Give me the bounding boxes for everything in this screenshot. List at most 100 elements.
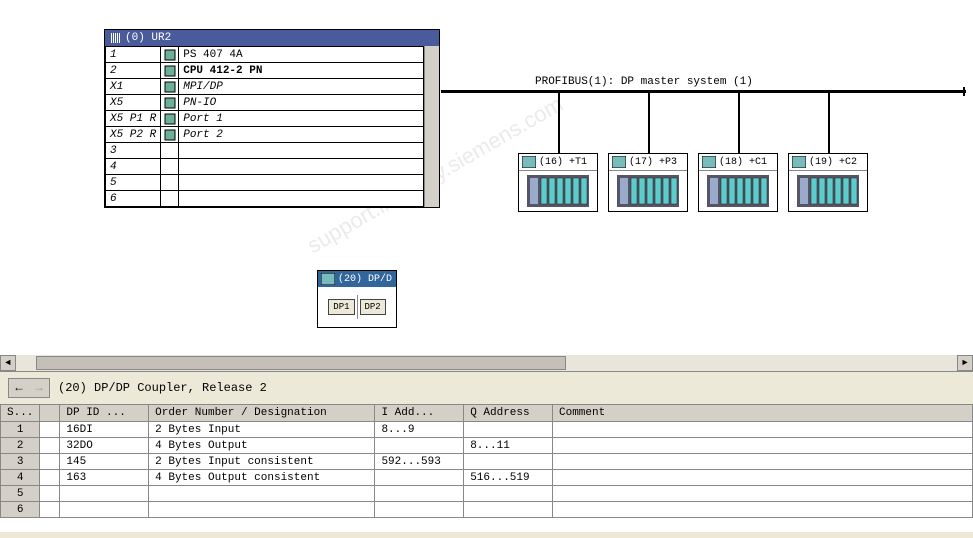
- rack-module-name: [179, 159, 423, 175]
- cell-qaddr[interactable]: [464, 454, 553, 470]
- device-body: [789, 171, 867, 211]
- rack-slot: X5 P2 R: [106, 127, 161, 143]
- bus-stub: [738, 93, 740, 153]
- detail-title: (20) DP/DP Coupler, Release 2: [58, 381, 267, 395]
- node-icon: [702, 156, 716, 168]
- cell-iaddr[interactable]: [375, 470, 464, 486]
- table-row[interactable]: 3 145 2 Bytes Input consistent 592...593: [1, 454, 973, 470]
- cell-designation[interactable]: [149, 502, 375, 518]
- cell-designation[interactable]: [149, 486, 375, 502]
- cell-iaddr[interactable]: 592...593: [375, 454, 464, 470]
- cell-dpid[interactable]: 145: [60, 454, 149, 470]
- cell-comment[interactable]: [553, 438, 973, 454]
- rack-window[interactable]: (0) UR2 1PS 407 4A2CPU 412-2 PNX1MPI/DPX…: [104, 29, 440, 208]
- rack-slot: 5: [106, 175, 161, 191]
- rack-scrollbar[interactable]: [424, 46, 439, 207]
- network-canvas[interactable]: support.industry.siemens.com (0) UR2 1PS…: [0, 0, 973, 370]
- cell-qaddr[interactable]: [464, 502, 553, 518]
- device-body: [699, 171, 777, 211]
- cell-comment[interactable]: [553, 502, 973, 518]
- detail-table-wrap[interactable]: S... DP ID ... Order Number / Designatio…: [0, 404, 973, 532]
- row-number: 1: [1, 422, 40, 438]
- io-device-node[interactable]: (18) +C1: [698, 153, 778, 212]
- io-device-node[interactable]: (19) +C2: [788, 153, 868, 212]
- col-comment[interactable]: Comment: [553, 405, 973, 422]
- rack-row[interactable]: X5 P1 RPort 1: [106, 111, 424, 127]
- col-qaddr[interactable]: Q Address: [464, 405, 553, 422]
- nav-back-button[interactable]: ←: [9, 379, 29, 397]
- cell-qaddr[interactable]: 8...11: [464, 438, 553, 454]
- io-device-node[interactable]: (16) +T1: [518, 153, 598, 212]
- cell-iaddr[interactable]: [375, 438, 464, 454]
- rack-row[interactable]: 5: [106, 175, 424, 191]
- rack-row[interactable]: 2CPU 412-2 PN: [106, 63, 424, 79]
- io-device-node[interactable]: (17) +P3: [608, 153, 688, 212]
- cell-comment[interactable]: [553, 470, 973, 486]
- cell-iaddr[interactable]: [375, 502, 464, 518]
- bus-stub: [648, 93, 650, 153]
- rack-module-icon: [161, 47, 179, 63]
- detail-table[interactable]: S... DP ID ... Order Number / Designatio…: [0, 404, 973, 518]
- rack-row[interactable]: 3: [106, 143, 424, 159]
- rack-module-name: PN-IO: [179, 95, 423, 111]
- cell-designation[interactable]: 2 Bytes Input: [149, 422, 375, 438]
- cell-dpid[interactable]: [60, 502, 149, 518]
- rack-row[interactable]: 6: [106, 191, 424, 207]
- scroll-track[interactable]: [16, 355, 957, 371]
- col-iaddr[interactable]: I Add...: [375, 405, 464, 422]
- cell-dpid[interactable]: 32DO: [60, 438, 149, 454]
- rack-table[interactable]: 1PS 407 4A2CPU 412-2 PNX1MPI/DPX5PN-IOX5…: [105, 46, 424, 207]
- cell-designation[interactable]: 4 Bytes Output: [149, 438, 375, 454]
- col-icon[interactable]: [40, 405, 60, 422]
- cell-designation[interactable]: 2 Bytes Input consistent: [149, 454, 375, 470]
- cell-dpid[interactable]: 16DI: [60, 422, 149, 438]
- scroll-right-button[interactable]: ►: [957, 355, 973, 371]
- dpdp-label: (20) DP/D: [338, 274, 392, 285]
- table-row[interactable]: 2 32DO 4 Bytes Output 8...11: [1, 438, 973, 454]
- dpdp-coupler-node[interactable]: (20) DP/D DP1 DP2: [317, 270, 397, 328]
- cell-dpid[interactable]: 163: [60, 470, 149, 486]
- cell-comment[interactable]: [553, 486, 973, 502]
- dpdp-port1[interactable]: DP1: [328, 299, 354, 315]
- col-dpid[interactable]: DP ID ...: [60, 405, 149, 422]
- rack-row[interactable]: X5PN-IO: [106, 95, 424, 111]
- rack-slot: 3: [106, 143, 161, 159]
- col-slot[interactable]: S...: [1, 405, 40, 422]
- cell-qaddr[interactable]: 516...519: [464, 470, 553, 486]
- cell-comment[interactable]: [553, 422, 973, 438]
- cell-qaddr[interactable]: [464, 486, 553, 502]
- table-row[interactable]: 6: [1, 502, 973, 518]
- device-header: (16) +T1: [519, 154, 597, 171]
- dpdp-separator: [357, 295, 358, 319]
- table-row[interactable]: 1 16DI 2 Bytes Input 8...9: [1, 422, 973, 438]
- rack-slot: 4: [106, 159, 161, 175]
- rack-row[interactable]: 1PS 407 4A: [106, 47, 424, 63]
- cell-iaddr[interactable]: 8...9: [375, 422, 464, 438]
- rack-row[interactable]: X1MPI/DP: [106, 79, 424, 95]
- cell-qaddr[interactable]: [464, 422, 553, 438]
- cell-iaddr[interactable]: [375, 486, 464, 502]
- row-icon: [40, 470, 60, 486]
- dpdp-port2[interactable]: DP2: [360, 299, 386, 315]
- cell-comment[interactable]: [553, 454, 973, 470]
- rack-row[interactable]: 4: [106, 159, 424, 175]
- rack-row[interactable]: X5 P2 RPort 2: [106, 127, 424, 143]
- table-row[interactable]: 5: [1, 486, 973, 502]
- rack-title-bar[interactable]: (0) UR2: [105, 30, 439, 46]
- scroll-left-button[interactable]: ◄: [0, 355, 16, 371]
- row-icon: [40, 502, 60, 518]
- cell-designation[interactable]: 4 Bytes Output consistent: [149, 470, 375, 486]
- device-header: (17) +P3: [609, 154, 687, 171]
- profibus-line[interactable]: [441, 90, 966, 93]
- row-icon: [40, 454, 60, 470]
- nav-buttons: ← →: [8, 378, 50, 398]
- table-row[interactable]: 4 163 4 Bytes Output consistent 516...51…: [1, 470, 973, 486]
- col-designation[interactable]: Order Number / Designation: [149, 405, 375, 422]
- scroll-thumb[interactable]: [36, 356, 566, 370]
- rack-module-icon: [161, 127, 179, 143]
- canvas-h-scrollbar[interactable]: ◄ ►: [0, 355, 973, 371]
- row-icon: [40, 486, 60, 502]
- nav-forward-button[interactable]: →: [29, 379, 49, 397]
- cell-dpid[interactable]: [60, 486, 149, 502]
- rack-module-name: CPU 412-2 PN: [179, 63, 423, 79]
